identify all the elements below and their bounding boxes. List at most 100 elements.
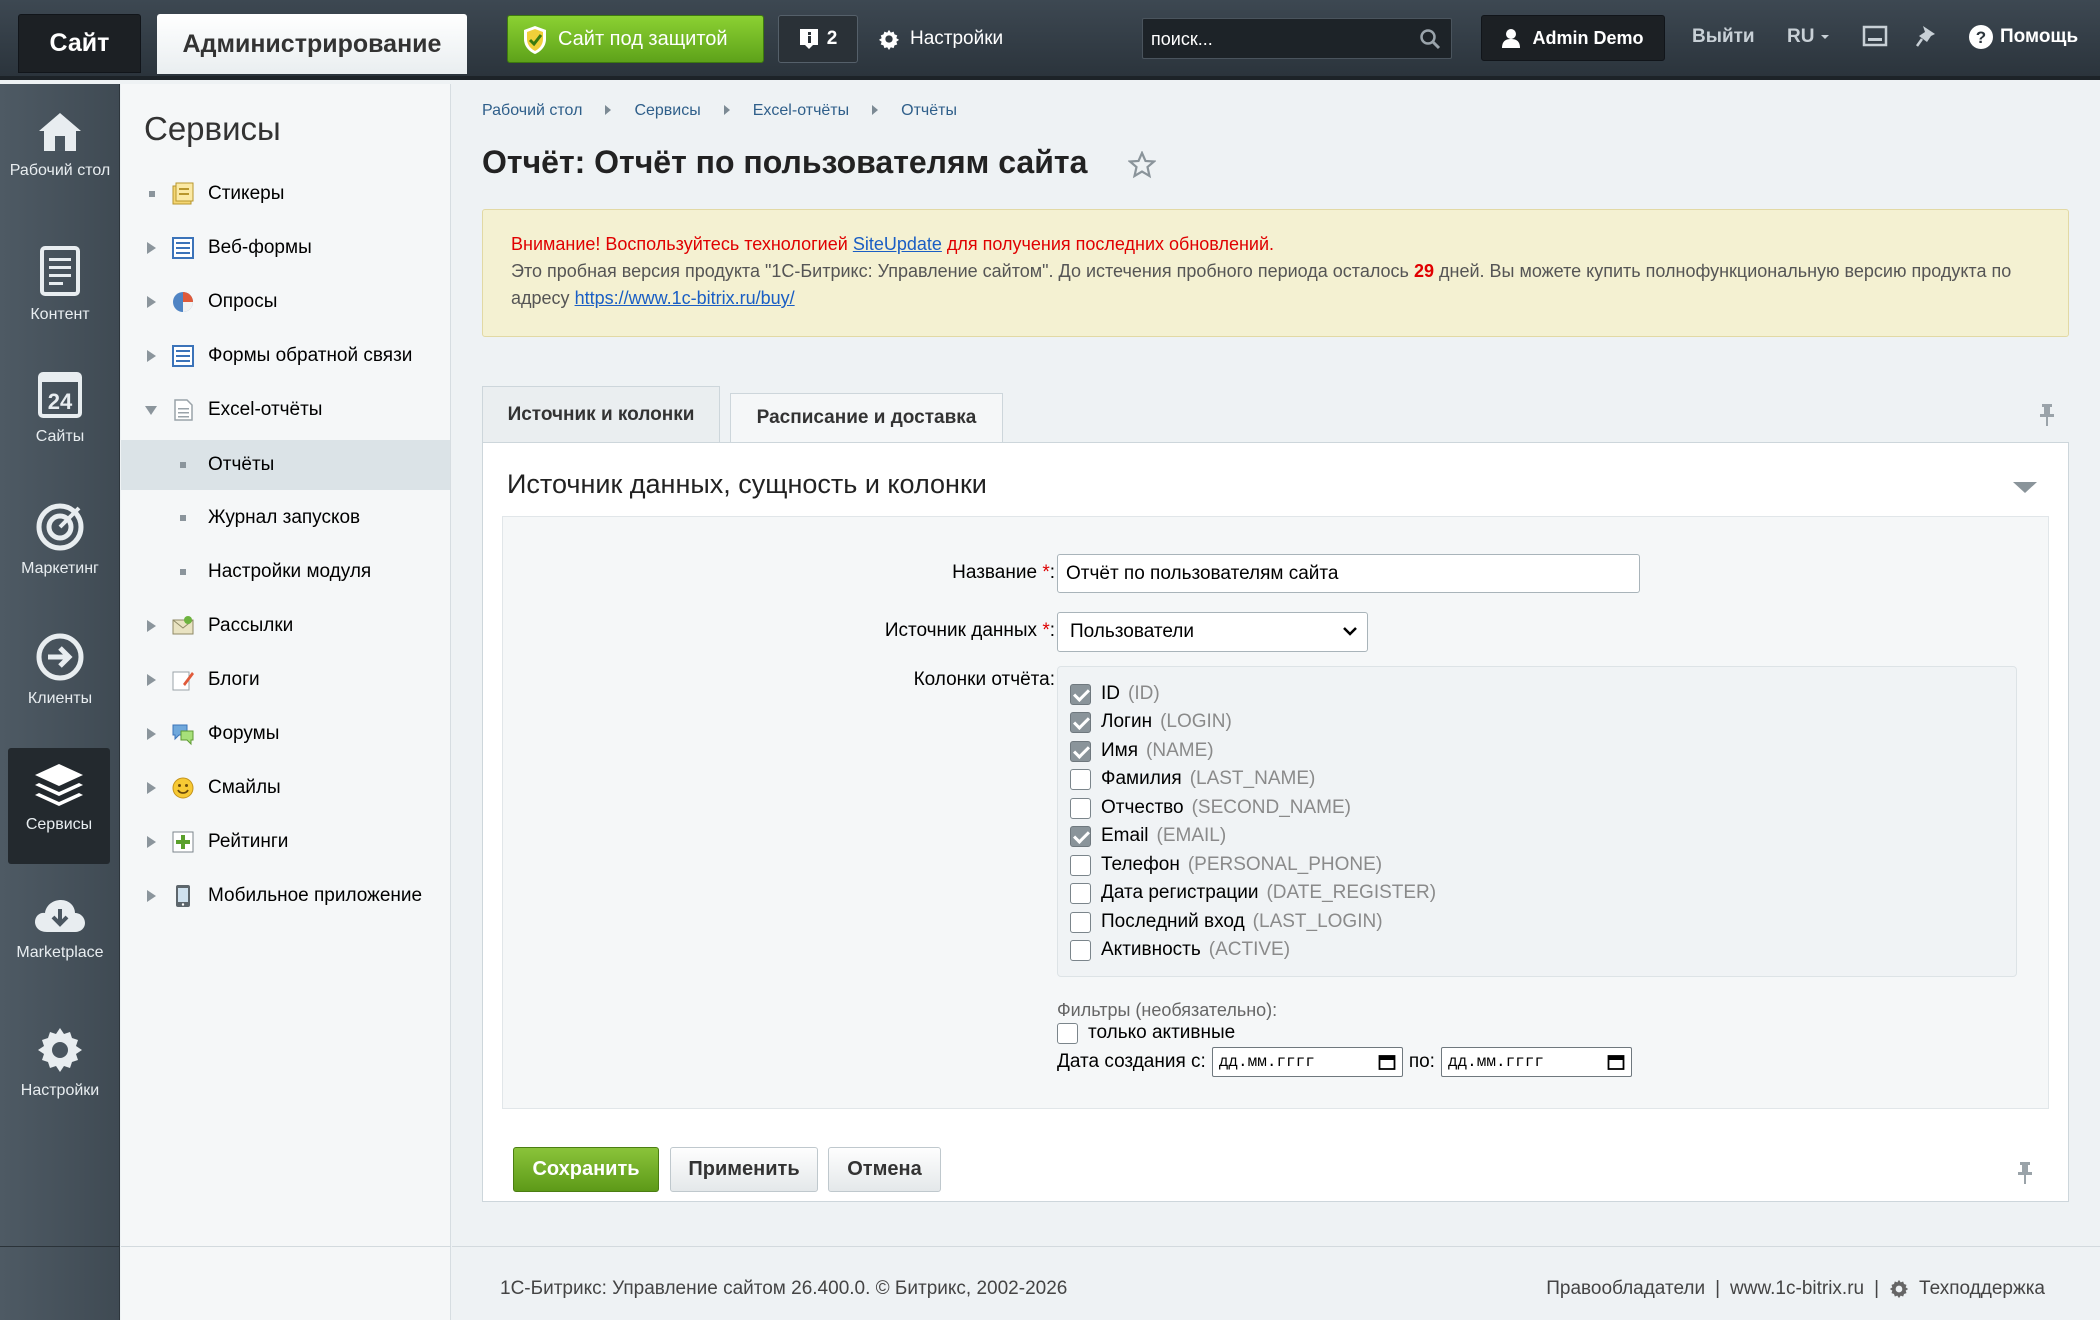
column-checkbox[interactable] bbox=[1070, 768, 1091, 790]
submenu-item-mailings[interactable]: Рассылки bbox=[121, 601, 450, 651]
submenu-item-blogs[interactable]: Блоги bbox=[121, 655, 450, 705]
support-link[interactable]: Техподдержка bbox=[1919, 1278, 2045, 1300]
pin-icon[interactable] bbox=[1915, 24, 1937, 50]
site-protected-button[interactable]: Сайт под защитой bbox=[507, 15, 764, 63]
column-option[interactable]: Дата регистрации (DATE_REGISTER) bbox=[1070, 882, 1436, 904]
submenu-item-reports[interactable]: Отчёты bbox=[121, 440, 450, 490]
cancel-button[interactable]: Отмена bbox=[828, 1147, 941, 1192]
column-checkbox[interactable] bbox=[1070, 740, 1091, 762]
filter-active-checkbox[interactable] bbox=[1057, 1022, 1078, 1044]
data-source-select[interactable]: Пользователи bbox=[1057, 612, 1368, 652]
language-select[interactable]: RU bbox=[1787, 26, 1830, 48]
menu-content[interactable]: Контент bbox=[0, 246, 120, 324]
submenu-item-module-settings[interactable]: Настройки модуля bbox=[121, 547, 450, 597]
column-option[interactable]: Последний вход (LAST_LOGIN) bbox=[1070, 911, 1383, 933]
shield-icon bbox=[524, 26, 546, 54]
column-checkbox[interactable] bbox=[1070, 797, 1091, 819]
expand-arrow-icon[interactable] bbox=[147, 296, 156, 308]
footer-separator: | bbox=[1715, 1278, 1721, 1299]
submenu-item-label: Формы обратной связи bbox=[208, 345, 413, 366]
column-checkbox[interactable] bbox=[1070, 854, 1091, 876]
column-option[interactable]: Фамилия (LAST_NAME) bbox=[1070, 768, 1315, 790]
date-from-input[interactable]: дд.мм.гггг bbox=[1211, 1047, 1403, 1077]
buy-link[interactable]: https://www.1c-bitrix.ru/buy/ bbox=[575, 288, 795, 308]
column-option[interactable]: Имя (NAME) bbox=[1070, 740, 1214, 762]
website-link[interactable]: www.1c-bitrix.ru bbox=[1730, 1278, 1864, 1300]
column-checkbox[interactable] bbox=[1070, 711, 1091, 733]
submenu-item-excel-reports[interactable]: Excel-отчёты bbox=[121, 385, 450, 435]
menu-settings[interactable]: Настройки bbox=[0, 1026, 120, 1100]
submenu-item-smileys[interactable]: Смайлы bbox=[121, 763, 450, 813]
column-label: Отчество bbox=[1101, 797, 1184, 818]
admin-tab[interactable]: Администрирование bbox=[157, 14, 467, 74]
pin-tabs-icon[interactable] bbox=[2037, 402, 2057, 428]
submenu-item-forums[interactable]: Форумы bbox=[121, 709, 450, 759]
help-button[interactable]: ? Помощь bbox=[1968, 24, 2078, 50]
submenu-item-feedback-forms[interactable]: Формы обратной связи bbox=[121, 331, 450, 381]
column-option[interactable]: Email (EMAIL) bbox=[1070, 825, 1226, 847]
menu-marketing[interactable]: Маркетинг bbox=[0, 502, 120, 578]
submenu-item-label: Рейтинги bbox=[208, 831, 289, 852]
calendar-icon[interactable] bbox=[1378, 1053, 1396, 1071]
menu-services[interactable]: Сервисы bbox=[8, 748, 110, 864]
chevron-down-icon[interactable] bbox=[2012, 481, 2038, 495]
expand-arrow-icon[interactable] bbox=[147, 836, 156, 848]
column-checkbox[interactable] bbox=[1070, 825, 1091, 847]
keyboard-icon[interactable] bbox=[1862, 24, 1888, 50]
site-tab[interactable]: Сайт bbox=[18, 14, 141, 73]
collapse-arrow-icon[interactable] bbox=[145, 405, 157, 415]
column-checkbox[interactable] bbox=[1070, 882, 1091, 904]
column-option[interactable]: Активность (ACTIVE) bbox=[1070, 939, 1290, 961]
submenu-item-mobile-app[interactable]: Мобильное приложение bbox=[121, 871, 450, 921]
expand-arrow-icon[interactable] bbox=[147, 350, 156, 362]
submenu-item-launch-log[interactable]: Журнал запусков bbox=[121, 493, 450, 543]
breadcrumb-desktop[interactable]: Рабочий стол bbox=[482, 102, 582, 120]
submenu-item-ratings[interactable]: Рейтинги bbox=[121, 817, 450, 867]
expand-arrow-icon[interactable] bbox=[147, 728, 156, 740]
expand-arrow-icon[interactable] bbox=[147, 890, 156, 902]
column-option[interactable]: Логин (LOGIN) bbox=[1070, 711, 1232, 733]
menu-clients[interactable]: Клиенты bbox=[0, 632, 120, 708]
column-option[interactable]: Телефон (PERSONAL_PHONE) bbox=[1070, 854, 1382, 876]
save-button[interactable]: Сохранить bbox=[513, 1147, 659, 1192]
submenu-item-webforms[interactable]: Веб-формы bbox=[121, 223, 450, 273]
protect-label: Сайт под защитой bbox=[558, 27, 728, 50]
menu-desktop[interactable]: Рабочий стол bbox=[0, 110, 120, 180]
pin-buttons-icon[interactable] bbox=[2015, 1160, 2035, 1186]
column-checkbox[interactable] bbox=[1070, 683, 1091, 705]
search-input[interactable] bbox=[1151, 25, 1411, 53]
menu-sites[interactable]: 24 Сайты bbox=[0, 370, 120, 446]
column-option[interactable]: ID (ID) bbox=[1070, 683, 1160, 705]
column-checkbox[interactable] bbox=[1070, 911, 1091, 933]
breadcrumb-excel-reports[interactable]: Excel-отчёты bbox=[753, 102, 849, 120]
rights-link[interactable]: Правообладатели bbox=[1546, 1278, 1705, 1300]
breadcrumb-reports[interactable]: Отчёты bbox=[901, 102, 957, 120]
date-to-input[interactable]: дд.мм.гггг bbox=[1440, 1047, 1632, 1077]
submenu-item-polls[interactable]: Опросы bbox=[121, 277, 450, 327]
info-flag-icon bbox=[799, 29, 818, 49]
tab-source-columns[interactable]: Источник и колонки bbox=[482, 386, 720, 443]
column-option[interactable]: Отчество (SECOND_NAME) bbox=[1070, 797, 1351, 819]
filter-active-option[interactable]: только активные bbox=[1057, 1022, 1235, 1044]
expand-arrow-icon[interactable] bbox=[147, 674, 156, 686]
submenu-item-stickers[interactable]: Стикеры bbox=[121, 169, 450, 219]
expand-arrow-icon[interactable] bbox=[147, 242, 156, 254]
tab-schedule-delivery[interactable]: Расписание и доставка bbox=[730, 393, 1003, 442]
menu-marketplace[interactable]: Marketplace bbox=[0, 896, 120, 962]
name-input[interactable] bbox=[1057, 554, 1640, 593]
notifications-button[interactable]: 2 bbox=[778, 15, 858, 63]
siteupdate-link[interactable]: SiteUpdate bbox=[853, 234, 942, 254]
calendar-icon[interactable] bbox=[1607, 1053, 1625, 1071]
column-checkbox[interactable] bbox=[1070, 939, 1091, 961]
search-icon[interactable] bbox=[1419, 28, 1441, 50]
expand-arrow-icon[interactable] bbox=[147, 620, 156, 632]
breadcrumb-services[interactable]: Сервисы bbox=[634, 102, 700, 120]
menu-content-label: Контент bbox=[30, 306, 90, 323]
top-settings-button[interactable]: Настройки bbox=[878, 24, 1003, 54]
star-icon[interactable] bbox=[1128, 151, 1156, 179]
submenu-item-label: Рассылки bbox=[208, 615, 294, 636]
logout-link[interactable]: Выйти bbox=[1692, 26, 1755, 48]
apply-button[interactable]: Применить bbox=[670, 1147, 818, 1192]
expand-arrow-icon[interactable] bbox=[147, 782, 156, 794]
user-button[interactable]: Admin Demo bbox=[1481, 15, 1665, 61]
